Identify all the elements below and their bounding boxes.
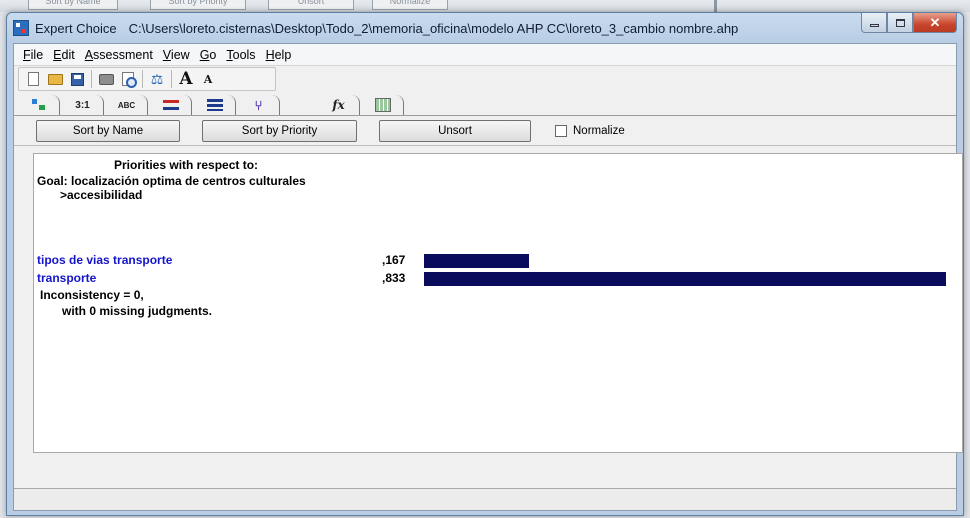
alternative-label[interactable]: transporte [37,271,96,285]
background-window-strip: Sort by Name Sort by Priority Unsort Nor… [0,0,970,12]
menu-help-accel: H [265,47,275,62]
sort-by-priority-button[interactable]: Sort by Priority [202,119,357,142]
priority-bar [424,272,946,286]
title-bar[interactable]: Expert Choice C:\Users\loreto.cisternas\D… [7,13,963,43]
priority-value: ,167 [382,253,406,267]
print-button[interactable] [97,70,115,88]
maximize-icon [895,18,905,27]
window-title: Expert Choice C:\Users\loreto.cisternas\D… [35,21,738,36]
app-name: Expert Choice [35,20,117,36]
toolbar-separator [171,70,172,88]
menu-assessment[interactable]: Assessment [80,48,158,62]
ghost-unsort: Unsort [268,0,354,10]
menu-go-label: o [209,47,217,62]
priority-bar [424,254,529,268]
font-decrease-icon: A [203,72,213,86]
new-file-icon [27,72,39,86]
save-icon [70,72,84,86]
toolbar-group: ⚖ A A [18,67,276,91]
ghost-sort-by-name: Sort by Name [28,0,118,10]
ghost-normalize: Normalize [372,0,448,10]
priority-value: ,833 [382,271,406,285]
toolbar: ⚖ A A [14,66,956,92]
menu-help[interactable]: Help [261,48,297,62]
tab-priorities[interactable] [194,95,236,115]
status-bar [14,488,956,510]
menu-go[interactable]: Go [195,48,222,62]
caption-buttons: ✕ [861,13,957,33]
sort-button-bar: Sort by Name Sort by Priority Unsort Nor… [14,116,956,146]
save-button[interactable] [68,70,86,88]
menu-edit[interactable]: Edit [48,48,80,62]
menu-go-accel: G [199,47,210,62]
expert-choice-app-icon[interactable] [13,20,29,36]
menu-file[interactable]: File [18,48,48,62]
font-increase-icon: A [179,69,193,89]
background-divider [714,0,717,12]
graphical-bars-icon [162,100,179,110]
synthesis-tree-icon: ⑂ [254,97,263,113]
print-icon [98,73,114,85]
menu-edit-accel: E [53,47,62,62]
print-preview-button[interactable] [119,70,137,88]
priorities-heading: Priorities with respect to: [114,158,259,172]
alternative-label[interactable]: tipos de vias transporte [37,253,172,267]
missing-judgments-text: with 0 missing judgments. [62,304,213,318]
tab-synthesis[interactable]: ⑂ [238,95,280,115]
sort-by-name-button[interactable]: Sort by Name [36,119,180,142]
menu-file-label: ile [30,47,44,62]
font-decrease-button[interactable]: A [199,70,217,88]
scale-button[interactable]: ⚖ [148,70,166,88]
inconsistency-text: Inconsistency = 0, [40,288,144,302]
font-increase-button[interactable]: A [177,69,195,89]
menu-file-accel: F [23,47,31,62]
normalize-checkbox[interactable] [555,124,567,137]
normalize-label: Normalize [573,124,625,137]
tab-formula[interactable]: fx [318,95,360,115]
menu-view[interactable]: View [158,48,195,62]
menu-tools[interactable]: Tools [221,48,260,62]
menu-bar: File Edit Assessment View Go Tools Help [14,44,956,66]
normalize-option[interactable]: Normalize [555,124,625,137]
view-tabs: 3:1 ABC ⑂ fx [14,92,956,116]
ratio-label: 3:1 [75,99,90,111]
minimize-icon [869,24,879,27]
tab-numerical-comparison[interactable]: 3:1 [62,95,104,115]
close-button[interactable]: ✕ [913,13,957,33]
abc-label: ABC [117,100,136,110]
ghost-sort-by-priority: Sort by Priority [150,0,246,10]
tree-view-icon [31,99,46,111]
menu-tools-label: ools [232,47,256,62]
toolbar-separator [91,70,92,88]
file-path: C:\Users\loreto.cisternas\Desktop\Todo_2… [128,20,739,36]
scale-icon: ⚖ [150,70,164,87]
tab-verbal-comparison[interactable]: ABC [106,95,148,115]
toolbar-separator [142,70,143,88]
minimize-button[interactable] [861,13,887,33]
formula-icon: fx [332,98,345,112]
expert-choice-window: Expert Choice C:\Users\loreto.cisternas\D… [6,12,964,516]
close-icon: ✕ [929,14,941,30]
tab-graphical-comparison[interactable] [150,95,192,115]
open-folder-icon [47,73,63,85]
print-preview-icon [122,72,137,88]
maximize-button[interactable] [887,13,913,33]
menu-assessment-accel: A [84,47,94,62]
menu-view-accel: V [162,47,171,62]
new-file-button[interactable] [24,70,42,88]
tab-tree-view[interactable] [18,95,60,115]
open-button[interactable] [46,70,64,88]
menu-edit-label: dit [61,47,75,62]
current-node: >accesibilidad [60,188,143,202]
menu-assessment-label: ssessment [93,47,153,62]
menu-help-label: elp [274,47,292,62]
goal-text: Goal: localización optima de centros cul… [37,174,306,188]
tab-data-grid[interactable] [362,95,404,115]
priorities-bars-icon [206,99,223,111]
data-grid-icon [374,98,391,112]
menu-view-label: iew [170,47,190,62]
unsort-button[interactable]: Unsort [379,119,531,142]
priorities-report: Priorities with respect to: Goal: locali… [33,153,963,453]
